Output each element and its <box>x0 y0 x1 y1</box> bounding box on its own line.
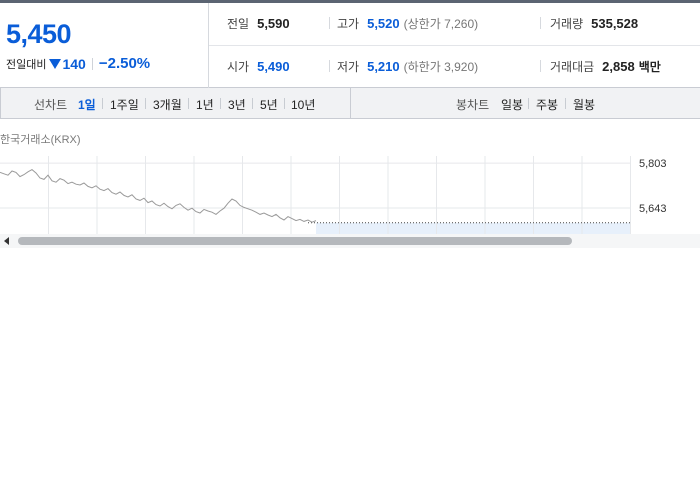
intraday-price-chart: 5,803 5,643 <box>0 156 667 234</box>
tab-1-day[interactable]: 1일 <box>78 96 96 113</box>
prev-close-label: 전일 <box>227 16 250 31</box>
chart-scrollbar[interactable] <box>0 234 700 248</box>
divider <box>540 60 541 72</box>
turnover-value: 2,858 <box>602 58 635 74</box>
open-cell: 시가 5,490 <box>227 58 290 74</box>
y-tick-label: 5,803 <box>639 158 667 170</box>
tab-weekly-candle[interactable]: 주봉 <box>536 96 558 113</box>
scroll-left-arrow-icon[interactable] <box>4 237 9 245</box>
high-cell: 고가 5,520 (상한가 7,260) <box>337 15 478 31</box>
divider <box>528 98 529 109</box>
divider <box>188 98 189 109</box>
divider <box>252 98 253 109</box>
future-session-area <box>316 222 630 234</box>
quote-panel: 5,450 전일대비 140 −2.50% 전일 5,590 고가 5,520 … <box>0 3 700 88</box>
candle-chart-title: 봉차트 <box>456 98 490 112</box>
volume-value: 535,528 <box>591 15 639 31</box>
divider <box>329 17 330 29</box>
volume-cell: 거래량 535,528 <box>550 15 638 31</box>
volume-label: 거래량 <box>550 16 584 31</box>
divider <box>329 60 330 72</box>
price-series-line <box>0 168 317 223</box>
current-price: 5,450 <box>6 19 72 49</box>
line-chart-tabs: 선차트 1일 1주일 3개월 1년 3년 5년 10년 <box>0 88 351 119</box>
low-value: 5,210 <box>367 58 400 74</box>
tab-5-years[interactable]: 5년 <box>260 96 278 113</box>
change-row: 전일대비 140 −2.50% <box>6 55 150 72</box>
open-value: 5,490 <box>257 58 290 74</box>
tab-3-years[interactable]: 3년 <box>228 96 246 113</box>
turnover-cell: 거래대금 2,858 백만 <box>550 58 661 74</box>
tab-monthly-candle[interactable]: 월봉 <box>573 96 595 113</box>
upper-limit: (상한가 7,260) <box>403 16 479 31</box>
chart-period-bar: 선차트 1일 1주일 3개월 1년 3년 5년 10년 봉차트 일봉 주봉 월봉 <box>0 88 700 119</box>
prev-close-value: 5,590 <box>257 15 290 31</box>
divider <box>565 98 566 109</box>
divider <box>540 17 541 29</box>
price-box: 5,450 전일대비 140 −2.50% <box>0 3 209 88</box>
line-chart-title: 선차트 <box>34 98 68 112</box>
divider <box>220 98 221 109</box>
high-value: 5,520 <box>367 15 400 31</box>
scroll-thumb[interactable] <box>18 237 572 245</box>
tab-10-years[interactable]: 10년 <box>291 96 315 113</box>
tab-1-year[interactable]: 1년 <box>196 96 214 113</box>
change-value: 140 <box>62 55 86 72</box>
lower-limit: (하한가 3,920) <box>403 59 479 74</box>
divider <box>91 57 93 70</box>
change-label: 전일대비 <box>6 58 47 71</box>
open-label: 시가 <box>227 59 250 74</box>
change-rate: −2.50% <box>98 55 151 72</box>
exchange-label: 한국거래소(KRX) <box>0 134 81 146</box>
tab-3-months[interactable]: 3개월 <box>153 96 182 113</box>
tab-daily-candle[interactable]: 일봉 <box>501 96 523 113</box>
row-divider <box>209 45 700 46</box>
tab-1-week[interactable]: 1주일 <box>110 96 139 113</box>
divider <box>145 98 146 109</box>
high-label: 고가 <box>337 16 360 31</box>
divider <box>102 98 103 109</box>
divider <box>284 98 285 109</box>
low-cell: 저가 5,210 (하한가 3,920) <box>337 58 478 74</box>
down-arrow-icon <box>49 58 62 69</box>
turnover-label: 거래대금 <box>550 59 595 74</box>
low-label: 저가 <box>337 59 360 74</box>
y-tick-label: 5,643 <box>639 203 667 215</box>
turnover-unit: 백만 <box>638 59 661 74</box>
prev-close-cell: 전일 5,590 <box>227 15 290 31</box>
